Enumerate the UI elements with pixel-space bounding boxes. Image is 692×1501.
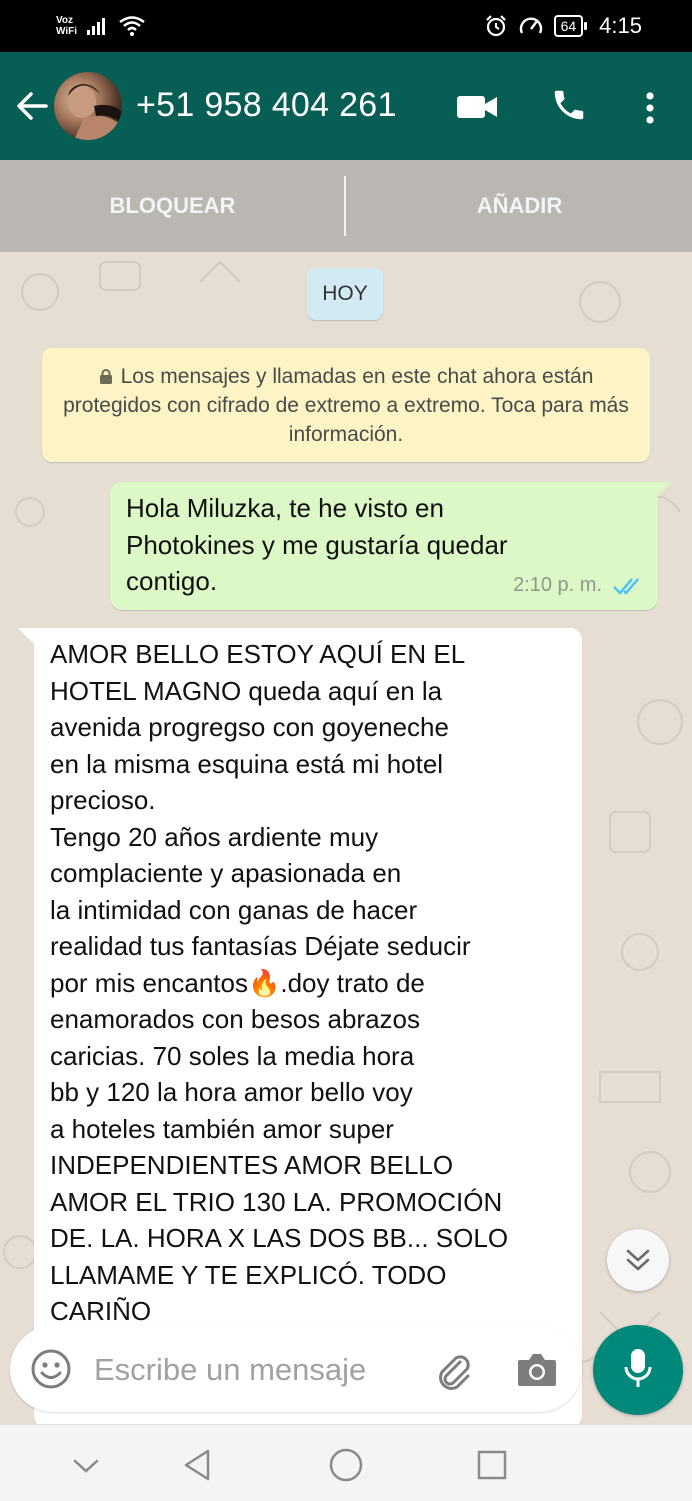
- message-meta: 2:10 p. m.: [513, 574, 644, 597]
- message-text: AMOR BELLO ESTOY AQUÍ EN EL HOTEL MAGNO …: [50, 639, 509, 1326]
- attach-icon[interactable]: [430, 1348, 474, 1392]
- video-call-icon[interactable]: [456, 92, 498, 122]
- avatar-photo: [68, 84, 122, 140]
- contact-name[interactable]: +51 958 404 261: [136, 86, 397, 125]
- chevron-down-icon[interactable]: [66, 1445, 106, 1485]
- battery-level: 64: [560, 18, 577, 34]
- lock-icon: [99, 369, 112, 384]
- status-bar: Voz WiFi 64 4:15: [0, 0, 692, 52]
- carrier-label-bottom: WiFi: [56, 26, 78, 37]
- nav-recents-icon[interactable]: [472, 1445, 512, 1485]
- back-arrow-icon[interactable]: [14, 88, 50, 124]
- block-button[interactable]: BLOQUEAR: [0, 160, 345, 252]
- message-composer: [10, 1326, 582, 1412]
- alarm-icon: [485, 15, 506, 37]
- carrier-label: Voz WiFi: [56, 15, 77, 37]
- chat-area[interactable]: HOY Los mensajes y llamadas en este chat…: [0, 252, 692, 1424]
- phone-icon[interactable]: [550, 86, 588, 124]
- nav-home-icon[interactable]: [326, 1445, 366, 1485]
- status-right: 64 4:15: [484, 10, 642, 42]
- outgoing-message[interactable]: Hola Miluzka, te he visto en Photokines …: [110, 482, 672, 610]
- message-time: 2:10 p. m.: [513, 574, 602, 596]
- bubble-tail: [656, 482, 672, 498]
- scroll-to-bottom-button[interactable]: [607, 1229, 669, 1291]
- add-contact-button[interactable]: AÑADIR: [347, 160, 692, 252]
- encryption-notice[interactable]: Los mensajes y llamadas en este chat aho…: [42, 348, 650, 462]
- emoji-icon[interactable]: [30, 1348, 72, 1390]
- mic-button[interactable]: [593, 1325, 683, 1415]
- avatar[interactable]: [54, 72, 122, 140]
- speed-icon: [519, 17, 542, 34]
- battery-icon: 64: [553, 15, 587, 37]
- chat-header: +51 958 404 261: [0, 52, 692, 160]
- unknown-contact-bar: BLOQUEAR AÑADIR: [0, 160, 692, 252]
- double-chevron-down-icon: [626, 1249, 650, 1271]
- message-input[interactable]: [92, 1344, 416, 1396]
- double-check-read-icon: [613, 577, 639, 595]
- status-left: Voz WiFi: [56, 12, 145, 40]
- message-text: Hola Miluzka, te he visto en Photokines …: [126, 493, 508, 596]
- carrier-label-top: Voz: [56, 15, 74, 26]
- camera-icon[interactable]: [516, 1350, 558, 1388]
- wifi-icon: [119, 16, 145, 36]
- bubble-tail: [18, 628, 34, 644]
- mic-icon: [624, 1349, 652, 1387]
- encryption-notice-text: Los mensajes y llamadas en este chat aho…: [63, 365, 629, 446]
- nav-back-icon[interactable]: [178, 1445, 218, 1485]
- divider: [344, 176, 346, 236]
- date-chip: HOY: [307, 268, 383, 320]
- incoming-message[interactable]: AMOR BELLO ESTOY AQUÍ EN EL HOTEL MAGNO …: [34, 628, 582, 1424]
- system-nav-bar: [0, 1424, 692, 1501]
- signal-icon: [87, 18, 106, 35]
- more-vert-icon[interactable]: [638, 88, 662, 128]
- clock: 4:15: [599, 13, 642, 38]
